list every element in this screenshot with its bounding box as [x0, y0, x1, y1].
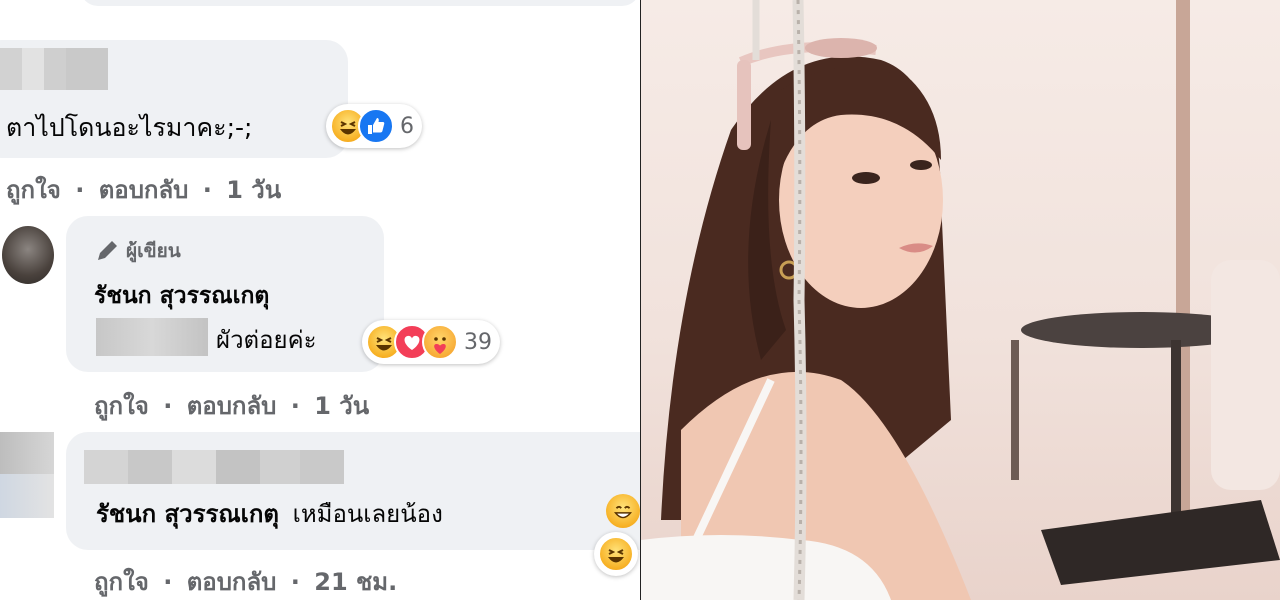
like-link[interactable]: ถูกใจ	[94, 392, 149, 420]
author-badge-label: ผู้เขียน	[126, 240, 181, 262]
comment-actions: ถูกใจ · ตอบกลับ · 1 วัน	[6, 170, 287, 209]
reaction-summary[interactable]: 39	[362, 320, 500, 364]
reply-link[interactable]: ตอบกลับ	[187, 568, 277, 596]
haha-emoji-icon	[606, 494, 640, 528]
comment-actions: ถูกใจ · ตอบกลับ · 21 ชม.	[94, 562, 403, 600]
separator: ·	[163, 392, 173, 420]
like-link[interactable]: ถูกใจ	[6, 176, 61, 204]
timestamp[interactable]: 1 วัน	[314, 392, 369, 420]
blurred-commenter-name	[84, 450, 344, 484]
like-link[interactable]: ถูกใจ	[94, 568, 149, 596]
reply-link[interactable]: ตอบกลับ	[99, 176, 189, 204]
comment-text-line: รัชนก สุวรรณเกตุ เหมือนเลยน้อง	[96, 494, 443, 533]
blurred-commenter-name	[0, 48, 108, 90]
mention-link[interactable]: รัชนก สุวรรณเกตุ	[96, 500, 279, 528]
reply-link[interactable]: ตอบกลับ	[187, 392, 277, 420]
reaction-summary[interactable]: 6	[326, 104, 422, 148]
like-reaction-icon	[358, 108, 394, 144]
separator: ·	[290, 392, 300, 420]
separator: ·	[75, 176, 85, 204]
timestamp[interactable]: 1 วัน	[226, 176, 281, 204]
haha-reaction-icon	[598, 536, 634, 572]
reaction-summary[interactable]	[594, 532, 638, 576]
separator: ·	[202, 176, 212, 204]
author-badge: ผู้เขียน	[94, 236, 181, 266]
comment-actions: ถูกใจ · ตอบกลับ · 1 วัน	[94, 386, 375, 425]
author-name[interactable]: รัชนก สุวรรณเกตุ	[94, 278, 269, 314]
timestamp[interactable]: 21 ชม.	[314, 568, 397, 596]
pencil-icon	[98, 241, 117, 260]
separator: ·	[290, 568, 300, 596]
reaction-count: 6	[400, 113, 414, 139]
comment-text: ตาไปโดนอะไรมาคะ;-;	[6, 113, 253, 142]
comments-screenshot: ตาไปโดนอะไรมาคะ;-; 6 ถูกใจ · ตอบกลับ · 1…	[0, 0, 640, 600]
photo-illustration	[641, 0, 1280, 600]
blurred-avatar	[0, 432, 54, 518]
comment-text: ผัวต่อยค่ะ	[216, 326, 317, 354]
separator: ·	[163, 568, 173, 596]
author-avatar[interactable]	[2, 226, 54, 284]
reaction-count: 39	[464, 329, 492, 355]
blurred-mention	[96, 318, 208, 356]
previous-comment-bubble	[80, 0, 640, 6]
comment-text: เหมือนเลยน้อง	[292, 500, 443, 528]
care-reaction-icon	[422, 324, 458, 360]
profile-photo	[641, 0, 1280, 600]
